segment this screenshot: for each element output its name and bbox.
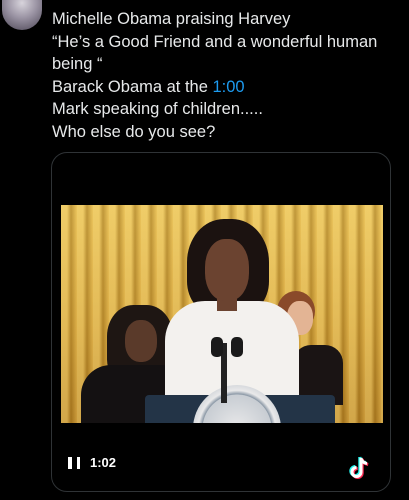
tweet-line-2: “He’s a Good Friend and a wonderful huma… — [52, 32, 378, 51]
tweet-line-4: Barack Obama at the 1:00 — [52, 76, 402, 99]
speaker-face — [205, 239, 249, 301]
tweet-text: Michelle Obama praising Harvey “He’s a G… — [52, 8, 402, 143]
video-time: 1:02 — [90, 455, 117, 470]
pause-icon[interactable] — [68, 456, 80, 469]
left-woman-face — [125, 320, 157, 362]
tweet-line-4-text: Barack Obama at the — [52, 77, 213, 96]
tweet-line-1: Michelle Obama praising Harvey — [52, 10, 291, 28]
pause-bar-right — [76, 456, 80, 469]
timestamp-link[interactable]: 1:00 — [213, 78, 245, 96]
microphone-right — [231, 337, 243, 357]
video-controls: 1:02 — [68, 455, 116, 470]
tweet-line-5: Mark speaking of children..... — [52, 100, 263, 118]
tweet-line-6: Who else do you see? — [52, 122, 216, 141]
video-card[interactable]: 1:02 — [51, 152, 391, 492]
tiktok-icon[interactable] — [348, 455, 372, 483]
avatar[interactable] — [2, 0, 42, 30]
microphone-left — [211, 337, 223, 357]
tiktok-logo — [349, 456, 369, 479]
tweet-line-3: being “ — [52, 55, 103, 73]
video-frame[interactable] — [61, 205, 383, 423]
pause-bar-left — [68, 456, 72, 469]
